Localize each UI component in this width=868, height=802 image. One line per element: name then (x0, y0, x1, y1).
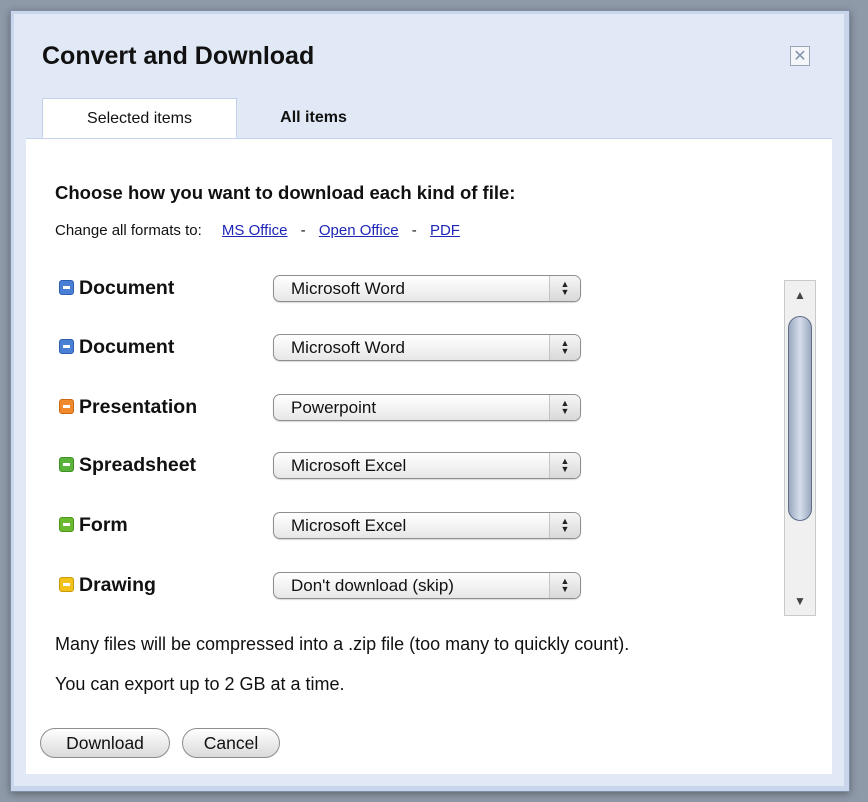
form-icon (59, 517, 74, 532)
file-row-presentation: Presentation Powerpoint ▲ ▼ (59, 394, 639, 430)
select-arrows-icon: ▲ ▼ (549, 573, 580, 598)
separator: - (411, 222, 417, 239)
separator: - (300, 222, 306, 239)
tab-selected-items[interactable]: Selected items (42, 98, 237, 138)
document-icon (59, 339, 74, 354)
select-arrows-icon: ▲ ▼ (549, 395, 580, 420)
spreadsheet-icon (59, 457, 74, 472)
ms-office-link[interactable]: MS Office (222, 222, 288, 239)
format-heading: Choose how you want to download each kin… (55, 182, 516, 203)
select-value: Microsoft Word (291, 338, 405, 357)
format-select-document[interactable]: Microsoft Word ▲ ▼ (273, 334, 581, 361)
file-type-label: Drawing (79, 574, 156, 596)
file-row-document: Document Microsoft Word ▲ ▼ (59, 334, 639, 370)
title-bar: Convert and Download ✕ (26, 26, 832, 98)
close-icon[interactable]: ✕ (790, 46, 810, 66)
scroll-down-icon[interactable]: ▼ (785, 587, 815, 615)
select-value: Don't download (skip) (291, 576, 454, 595)
select-value: Microsoft Excel (291, 516, 407, 535)
file-row-spreadsheet: Spreadsheet Microsoft Excel ▲ ▼ (59, 452, 639, 488)
file-row-drawing: Drawing Don't download (skip) ▲ ▼ (59, 572, 639, 608)
export-limit-note: You can export up to 2 GB at a time. (55, 674, 345, 694)
change-all-formats: Change all formats to: MS Office - Open … (55, 222, 460, 239)
tab-all-items[interactable]: All items (256, 98, 371, 138)
presentation-icon (59, 399, 74, 414)
file-row-document: Document Microsoft Word ▲ ▼ (59, 275, 639, 311)
format-select-drawing[interactable]: Don't download (skip) ▲ ▼ (273, 572, 581, 599)
select-value: Microsoft Word (291, 279, 405, 298)
select-value: Microsoft Excel (291, 456, 407, 475)
file-type-label: Presentation (79, 396, 198, 418)
file-type-label: Form (79, 514, 128, 536)
format-select-spreadsheet[interactable]: Microsoft Excel ▲ ▼ (273, 452, 581, 479)
select-arrows-icon: ▲ ▼ (549, 276, 580, 301)
dialog-title: Convert and Download (42, 42, 315, 70)
cancel-button[interactable]: Cancel (182, 728, 280, 758)
format-select-form[interactable]: Microsoft Excel ▲ ▼ (273, 512, 581, 539)
download-button[interactable]: Download (40, 728, 170, 758)
tab-bar: Selected items All items (26, 98, 832, 139)
select-value: Powerpoint (291, 398, 377, 417)
document-icon (59, 280, 74, 295)
select-arrows-icon: ▲ ▼ (549, 335, 580, 360)
drawing-icon (59, 577, 74, 592)
file-type-label: Spreadsheet (79, 454, 197, 476)
pdf-link[interactable]: PDF (430, 222, 460, 239)
scroll-up-icon[interactable]: ▲ (785, 281, 815, 309)
file-type-label: Document (79, 336, 175, 358)
file-type-label: Document (79, 277, 175, 299)
select-arrows-icon: ▲ ▼ (549, 513, 580, 538)
file-list-scrollbar[interactable]: ▲ ▼ (784, 280, 816, 616)
format-select-presentation[interactable]: Powerpoint ▲ ▼ (273, 394, 581, 421)
dialog-content: Choose how you want to download each kin… (26, 138, 832, 774)
scroll-thumb[interactable] (788, 316, 812, 521)
select-arrows-icon: ▲ ▼ (549, 453, 580, 478)
file-row-form: Form Microsoft Excel ▲ ▼ (59, 512, 639, 548)
change-formats-label: Change all formats to: (55, 222, 202, 239)
format-select-document[interactable]: Microsoft Word ▲ ▼ (273, 275, 581, 302)
compress-note: Many files will be compressed into a .zi… (55, 634, 630, 654)
convert-download-dialog: Convert and Download ✕ Selected items Al… (14, 14, 844, 786)
open-office-link[interactable]: Open Office (319, 222, 399, 239)
